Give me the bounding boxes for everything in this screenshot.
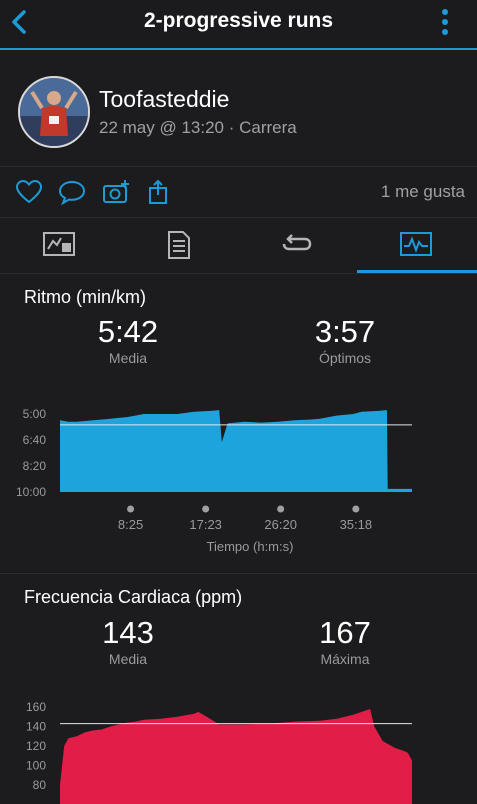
hr-max-label: Máxima: [320, 651, 370, 667]
pace-x-tick-dot: [352, 505, 360, 513]
hr-average-value: 143: [102, 615, 154, 650]
tab-overview[interactable]: [0, 218, 119, 273]
tab-laps[interactable]: [238, 218, 357, 273]
tab-charts[interactable]: [357, 218, 477, 273]
comment-bubble-icon[interactable]: [58, 179, 86, 205]
pace-average-value: 5:42: [97, 314, 159, 349]
pace-area-series: [60, 410, 412, 492]
pace-x-tick-label: 17:23: [189, 517, 222, 532]
hr-section-title: Frecuencia Cardiaca (ppm): [24, 587, 243, 607]
user-name[interactable]: Toofasteddie: [99, 86, 229, 113]
share-icon[interactable]: [145, 179, 173, 205]
pace-average-label: Media: [108, 350, 148, 366]
pace-section-title: Ritmo (min/km): [24, 287, 146, 307]
pace-x-tick-label: 26:20: [264, 517, 297, 532]
more-options-icon[interactable]: [441, 8, 449, 36]
hr-average-label: Media: [108, 651, 148, 667]
pace-y-tick-label: 6:40: [23, 433, 47, 447]
pace-chart[interactable]: 5:00 6:40 8:20 10:00 8:25 17:23 26:20 35:18 Ti…: [0, 395, 477, 560]
pace-x-tick-dot: [277, 505, 285, 513]
section-divider: [0, 573, 477, 574]
hr-y-tick-label: 80: [33, 778, 47, 792]
activity-meta: 22 may @ 13:20 · Carrera: [99, 118, 297, 137]
page-title: 2-progressive runs: [143, 9, 334, 32]
pace-best-value: 3:57: [314, 314, 376, 349]
hr-y-tick-label: 120: [26, 739, 46, 753]
pace-y-tick-label: 8:20: [23, 459, 47, 473]
pace-y-tick-label: 5:00: [23, 407, 47, 421]
hr-y-tick-label: 100: [26, 759, 46, 773]
pace-best-label: Óptimos: [318, 350, 372, 366]
pace-x-tick-dot: [127, 505, 135, 513]
overview-chart-icon: [43, 232, 75, 256]
heart-rate-chart[interactable]: 160 140 120 100 80: [0, 690, 477, 804]
pace-x-tick-dot: [202, 505, 210, 513]
hr-y-tick-label: 140: [26, 720, 46, 734]
avatar[interactable]: [18, 76, 90, 148]
activity-tabs: [0, 218, 477, 274]
hr-y-tick-label: 160: [26, 700, 46, 714]
charts-activity-icon: [400, 232, 432, 256]
likes-count[interactable]: 1 me gusta: [381, 182, 465, 202]
details-document-icon: [168, 231, 190, 259]
activity-header: Toofasteddie 22 may @ 13:20 · Carrera: [0, 50, 477, 167]
pace-x-axis-label: Tiempo (h:m:s): [207, 539, 294, 554]
hr-max-value: 167: [319, 615, 371, 650]
add-photo-camera-icon[interactable]: [102, 179, 130, 205]
pace-x-tick-label: 35:18: [340, 517, 373, 532]
pace-x-tick-label: 8:25: [118, 517, 143, 532]
avatar-photo: [20, 78, 88, 146]
social-actions-bar: 1 me gusta: [0, 167, 477, 218]
top-bar: 2-progressive runs: [0, 0, 477, 50]
pace-y-tick-label: 10:00: [16, 485, 46, 499]
tab-details[interactable]: [119, 218, 238, 273]
like-heart-icon[interactable]: [15, 179, 43, 205]
laps-loop-icon: [282, 234, 312, 251]
